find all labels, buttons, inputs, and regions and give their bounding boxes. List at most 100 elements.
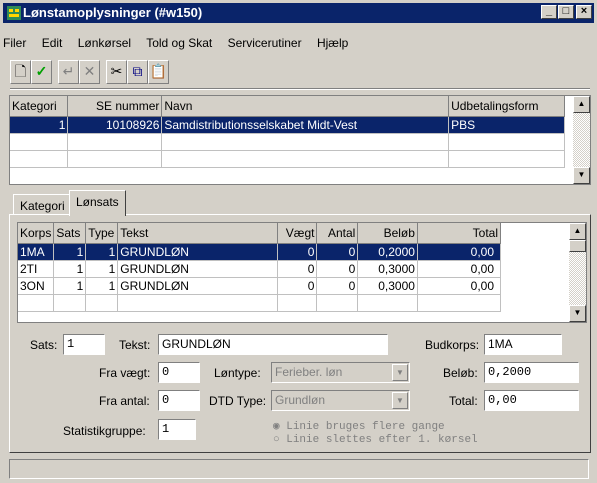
- tekst-input[interactable]: GRUNDLØN: [158, 334, 388, 355]
- col-navn[interactable]: Navn: [161, 96, 450, 117]
- cut-button[interactable]: ✂: [106, 60, 127, 84]
- scroll-up-icon[interactable]: ▲: [573, 96, 590, 113]
- cell-tekst: GRUNDLØN: [117, 260, 278, 278]
- window-title: Lønstamoplysninger (#w150): [23, 5, 203, 20]
- cell-korps: 3ON: [18, 277, 55, 295]
- col-korps[interactable]: Korps: [18, 223, 55, 244]
- dtd-type-value: Grundløn: [275, 393, 326, 407]
- cell-navn: Samdistributionsselskabet Midt-Vest: [161, 116, 450, 134]
- table-row[interactable]: [18, 294, 502, 312]
- col-sats[interactable]: Sats: [53, 223, 87, 244]
- cell-vaegt: 0: [277, 260, 318, 278]
- total-input[interactable]: 0,00: [484, 390, 579, 411]
- col-antal[interactable]: Antal: [316, 223, 359, 244]
- lontype-value: Ferieber. løn: [275, 365, 343, 379]
- sats-label: Sats:: [30, 338, 58, 352]
- copy-button[interactable]: ⧉: [127, 60, 148, 84]
- menu-edit[interactable]: Edit: [42, 36, 63, 50]
- chevron-down-icon[interactable]: ▼: [392, 392, 408, 409]
- table-row[interactable]: [10, 150, 565, 168]
- maximize-button[interactable]: □: [558, 5, 574, 19]
- toolbar-divider: [10, 88, 590, 90]
- cell-tekst: GRUNDLØN: [117, 277, 278, 295]
- title-bar[interactable]: Lønstamoplysninger (#w150) _ □ ×: [3, 3, 594, 23]
- fra-vaegt-label: Fra vægt:: [99, 366, 151, 380]
- fra-vaegt-input[interactable]: 0: [158, 362, 200, 383]
- top-grid-scrollbar[interactable]: ▲ ▼: [573, 96, 590, 184]
- undo-button[interactable]: ↵: [58, 60, 79, 84]
- col-belob[interactable]: Beløb: [357, 223, 418, 244]
- col-udbetalingsform[interactable]: Udbetalingsform: [448, 96, 565, 117]
- col-tekst[interactable]: Tekst: [117, 223, 278, 244]
- close-button[interactable]: ×: [576, 5, 592, 19]
- cell-belob: 0,3000: [357, 260, 418, 278]
- col-kategori[interactable]: Kategori: [10, 96, 69, 117]
- lontype-label: Løntype:: [214, 366, 261, 380]
- grid-header: Korps Sats Type Tekst Vægt Antal Beløb T…: [18, 223, 502, 244]
- budkorps-label: Budkorps:: [425, 338, 480, 352]
- fra-antal-input[interactable]: 0: [158, 390, 200, 411]
- cell-type: 1: [85, 243, 119, 261]
- statistikgruppe-label: Statistikgruppe:: [63, 424, 146, 438]
- statistikgruppe-input[interactable]: 1: [158, 419, 196, 440]
- tab-kategori[interactable]: Kategori: [13, 194, 72, 214]
- table-row[interactable]: 1MA 1 1 GRUNDLØN 0 0 0,2000 0,00: [18, 243, 502, 261]
- cell-antal: 0: [316, 277, 359, 295]
- menu-lonkorsel[interactable]: Lønkørsel: [78, 36, 131, 50]
- status-bar: [9, 459, 589, 479]
- table-row[interactable]: 2TI 1 1 GRUNDLØN 0 0 0,3000 0,00: [18, 260, 502, 278]
- belob-label: Beløb:: [443, 366, 478, 380]
- chevron-down-icon[interactable]: ▼: [392, 364, 408, 381]
- radio-slettes[interactable]: ○ Linie slettes efter 1. kørsel: [273, 434, 478, 446]
- dtd-type-select[interactable]: Grundløn ▼: [271, 390, 410, 411]
- col-vaegt[interactable]: Vægt: [277, 223, 318, 244]
- cell-sats: 1: [53, 260, 87, 278]
- menu-told-og-skat[interactable]: Told og Skat: [146, 36, 212, 50]
- delete-button[interactable]: ✕: [79, 60, 100, 84]
- tab-lonsats[interactable]: Lønsats: [69, 190, 126, 216]
- paste-icon: 📋: [149, 63, 168, 79]
- col-se-nummer[interactable]: SE nummer: [67, 96, 163, 117]
- menu-bar: Filer Edit Lønkørsel Told og Skat Servic…: [3, 36, 360, 56]
- col-total[interactable]: Total: [417, 223, 502, 244]
- scroll-down-icon[interactable]: ▼: [569, 305, 586, 322]
- scroll-up-icon[interactable]: ▲: [569, 223, 586, 240]
- app-icon: [7, 6, 21, 20]
- copy-icon: ⧉: [132, 63, 143, 79]
- budkorps-input[interactable]: 1MA: [484, 334, 562, 355]
- col-type[interactable]: Type: [85, 223, 119, 244]
- menu-hjaelp[interactable]: Hjælp: [317, 36, 348, 50]
- tekst-label: Tekst:: [119, 338, 151, 352]
- ok-button[interactable]: ✓: [31, 60, 52, 84]
- fra-antal-label: Fra antal:: [99, 394, 150, 408]
- cell-antal: 0: [316, 260, 359, 278]
- sats-input[interactable]: 1: [63, 334, 105, 355]
- radio-selected-icon: ◉: [273, 421, 280, 433]
- radio-flere-gange-label: Linie bruges flere gange: [286, 421, 445, 433]
- dtd-type-label: DTD Type:: [209, 394, 267, 408]
- cell-vaegt: 0: [277, 277, 318, 295]
- bottom-grid-scrollbar[interactable]: ▲ ▼: [569, 223, 586, 322]
- scissors-icon: ✂: [110, 63, 123, 79]
- radio-empty-icon: ○: [273, 434, 280, 446]
- checkmark-icon: ✓: [35, 63, 48, 79]
- menu-filer[interactable]: Filer: [3, 36, 26, 50]
- menu-servicerutiner[interactable]: Servicerutiner: [228, 36, 302, 50]
- minimize-button[interactable]: _: [541, 5, 557, 19]
- new-icon: 🗋: [14, 63, 27, 79]
- paste-button[interactable]: 📋: [148, 60, 169, 84]
- scroll-thumb[interactable]: [569, 240, 586, 252]
- radio-flere-gange[interactable]: ◉ Linie bruges flere gange: [273, 419, 445, 433]
- table-row[interactable]: [10, 133, 565, 151]
- cell-kategori: 1: [10, 116, 69, 134]
- scroll-down-icon[interactable]: ▼: [573, 167, 590, 184]
- delete-icon: ✕: [83, 63, 96, 79]
- lontype-select[interactable]: Ferieber. løn ▼: [271, 362, 410, 383]
- cell-udbetalingsform: PBS: [448, 116, 565, 134]
- cell-type: 1: [85, 277, 119, 295]
- table-row[interactable]: 1 10108926 Samdistributionsselskabet Mid…: [10, 116, 565, 134]
- new-button[interactable]: 🗋: [10, 60, 31, 84]
- table-row[interactable]: 3ON 1 1 GRUNDLØN 0 0 0,3000 0,00: [18, 277, 502, 295]
- cell-korps: 1MA: [18, 243, 55, 261]
- belob-input[interactable]: 0,2000: [484, 362, 579, 383]
